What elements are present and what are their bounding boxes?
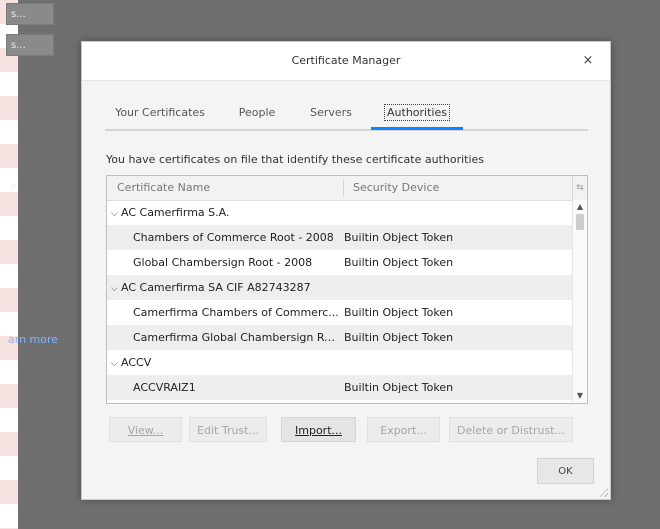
- tree-row[interactable]: Camerfirma Chambers of Commerc... Builti…: [107, 300, 573, 325]
- tree-scrollbar[interactable]: ▲ ▼: [572, 200, 587, 403]
- description-text: You have certificates on file that ident…: [106, 153, 485, 166]
- group-label: AC Camerfirma S.A.: [121, 206, 230, 219]
- column-certificate-name[interactable]: Certificate Name: [117, 176, 210, 200]
- close-icon[interactable]: ×: [574, 42, 602, 80]
- edit-trust-button[interactable]: Edit Trust...: [189, 417, 267, 442]
- tab-people[interactable]: People: [225, 97, 289, 129]
- tree-row[interactable]: Camerfirma Global Chambersign Ro... Buil…: [107, 325, 573, 350]
- group-label: ACCV: [121, 356, 152, 369]
- certificate-name: Camerfirma Global Chambersign Ro...: [133, 331, 341, 344]
- column-security-device[interactable]: Security Device: [353, 176, 439, 200]
- import-button-label: Import...: [295, 424, 342, 437]
- tab-authorities[interactable]: Authorities: [371, 97, 463, 129]
- tree-row[interactable]: ⌵ ACCV: [107, 350, 573, 375]
- security-device: Builtin Object Token: [344, 256, 454, 269]
- view-button-label: View...: [127, 424, 164, 437]
- tree-rows: ⌵ AC Camerfirma S.A. Chambers of Commerce…: [107, 200, 573, 400]
- export-button[interactable]: Export...: [367, 417, 440, 442]
- certificate-tree[interactable]: Certificate Name Security Device ⇆ ⌵ AC C…: [106, 175, 588, 404]
- certificate-name: Global Chambersign Root - 2008: [133, 256, 313, 269]
- tree-row[interactable]: ⌵ AC Camerfirma SA CIF A82743287: [107, 275, 573, 300]
- tab-authorities-label: Authorities: [384, 104, 450, 121]
- certificate-name: Chambers of Commerce Root - 2008: [133, 231, 334, 244]
- tree-row[interactable]: ⌵ AC Camerfirma S.A.: [107, 200, 573, 225]
- tab-your-certificates[interactable]: Your Certificates: [105, 97, 215, 129]
- group-name: ⌵ AC Camerfirma S.A.: [111, 200, 341, 227]
- ok-button[interactable]: OK: [537, 458, 594, 484]
- tree-row[interactable]: Chambers of Commerce Root - 2008 Builtin…: [107, 225, 573, 250]
- tree-row[interactable]: ACCVRAIZ1 Builtin Object Token: [107, 375, 573, 400]
- group-name: ⌵ AC Camerfirma SA CIF A82743287: [111, 275, 341, 302]
- security-device: Builtin Object Token: [344, 231, 454, 244]
- backdrop-edge: [0, 0, 18, 529]
- dialog-titlebar: Certificate Manager ×: [82, 42, 610, 81]
- group-name: ⌵ ACCV: [111, 350, 341, 377]
- import-button[interactable]: Import...: [281, 417, 356, 442]
- chevron-down-icon[interactable]: ⌵: [111, 202, 121, 227]
- certificate-name: ACCVRAIZ1: [133, 381, 196, 394]
- background-button-1[interactable]: s...: [6, 3, 54, 25]
- view-button[interactable]: View...: [109, 417, 182, 442]
- background-text: e: [10, 180, 17, 193]
- tab-bar: Your Certificates People Servers Authori…: [105, 97, 588, 131]
- chevron-down-icon[interactable]: ⌵: [111, 277, 121, 302]
- certificate-manager-dialog: Certificate Manager × Your Certificates …: [81, 41, 611, 500]
- certificate-name: Camerfirma Chambers of Commerc...: [133, 306, 339, 319]
- active-tab-indicator: [371, 127, 463, 130]
- security-device: Builtin Object Token: [344, 331, 454, 344]
- tree-row[interactable]: Global Chambersign Root - 2008 Builtin O…: [107, 250, 573, 275]
- security-device: Builtin Object Token: [344, 381, 454, 394]
- tab-servers[interactable]: Servers: [299, 97, 363, 129]
- resize-grip-icon[interactable]: [598, 487, 608, 497]
- delete-or-distrust-button[interactable]: Delete or Distrust...: [449, 417, 573, 442]
- group-label: AC Camerfirma SA CIF A82743287: [121, 281, 311, 294]
- column-separator[interactable]: [343, 179, 344, 197]
- scroll-up-icon[interactable]: ▲: [573, 200, 587, 214]
- tree-header: Certificate Name Security Device ⇆: [107, 176, 587, 201]
- scroll-down-icon[interactable]: ▼: [573, 389, 587, 403]
- dialog-title: Certificate Manager: [291, 54, 401, 67]
- scroll-thumb[interactable]: [576, 214, 584, 230]
- security-device: Builtin Object Token: [344, 306, 454, 319]
- column-picker-icon[interactable]: ⇆: [572, 176, 587, 200]
- chevron-down-icon[interactable]: ⌵: [111, 352, 121, 377]
- learn-more-link[interactable]: arn more: [8, 333, 58, 346]
- background-button-2[interactable]: s...: [6, 34, 54, 56]
